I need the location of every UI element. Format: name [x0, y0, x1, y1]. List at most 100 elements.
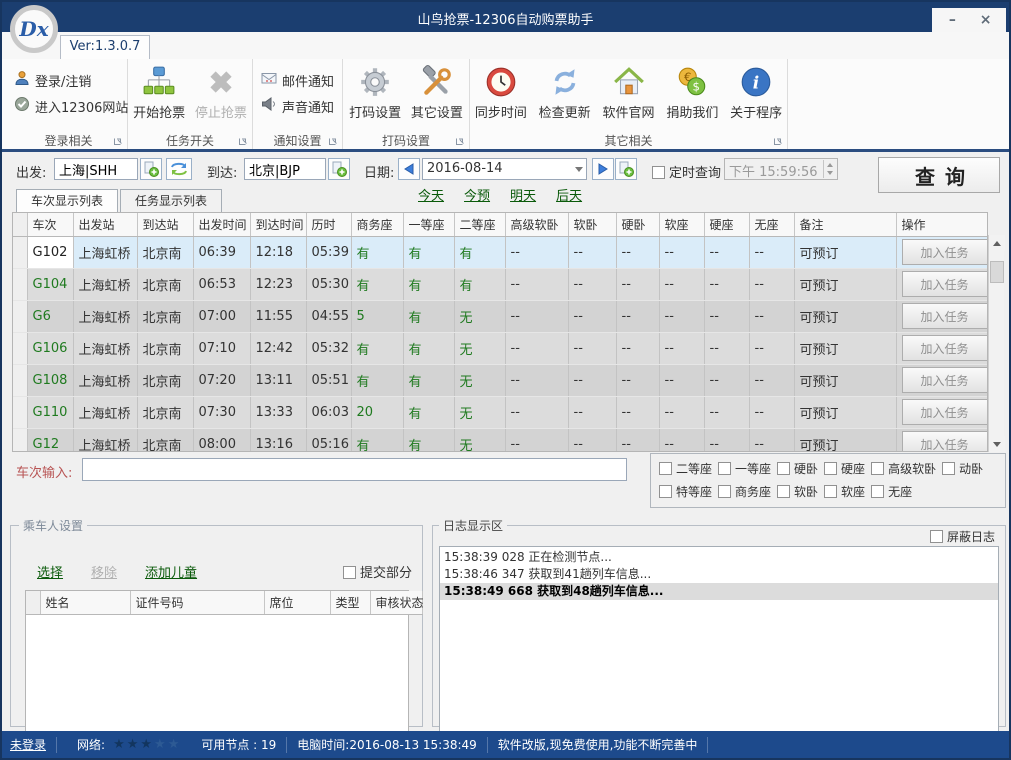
add-to-station-button[interactable]: [328, 158, 350, 180]
remove-passenger-link[interactable]: 移除: [91, 562, 117, 581]
add-task-button[interactable]: 加入任务: [902, 335, 988, 361]
seat-filter-checkbox[interactable]: 软座: [824, 483, 865, 500]
column-header[interactable]: 操作: [896, 213, 988, 236]
add-date-button[interactable]: [615, 158, 637, 180]
log-entry[interactable]: 15:38:46 347 获取到41趟列车信息...: [440, 566, 998, 583]
column-header[interactable]: 一等座: [403, 213, 454, 236]
login-status-link[interactable]: 未登录: [10, 736, 46, 753]
check-update-button[interactable]: 检查更新: [535, 59, 595, 121]
column-header[interactable]: 姓名: [40, 591, 130, 614]
login-logout-button[interactable]: 登录/注销: [10, 67, 127, 93]
close-button[interactable]: ×: [973, 10, 999, 30]
row-selector[interactable]: [13, 396, 27, 428]
dialog-launcher-icon[interactable]: [113, 135, 124, 146]
quick-date-link[interactable]: 今天: [418, 185, 444, 204]
column-header[interactable]: 证件号码: [130, 591, 264, 614]
column-header[interactable]: 车次: [27, 213, 73, 236]
tab-task-list[interactable]: 任务显示列表: [120, 189, 222, 212]
column-header[interactable]: 备注: [794, 213, 896, 236]
add-from-station-button[interactable]: [140, 158, 162, 180]
minimize-button[interactable]: –: [939, 10, 965, 30]
tab-train-list[interactable]: 车次显示列表: [16, 189, 118, 212]
about-button[interactable]: i 关于程序: [726, 59, 786, 121]
quick-date-link[interactable]: 今预: [464, 185, 490, 204]
seat-filter-checkbox[interactable]: 高级软卧: [871, 460, 936, 477]
row-selector[interactable]: [13, 300, 27, 332]
train-row[interactable]: G6上海虹桥北京南07:0011:5504:555有无------------可…: [13, 300, 988, 332]
seat-filter-checkbox[interactable]: 硬卧: [777, 460, 818, 477]
dialog-launcher-icon[interactable]: [455, 135, 466, 146]
column-header[interactable]: 席位: [264, 591, 330, 614]
official-site-button[interactable]: 软件官网: [599, 59, 659, 121]
column-header[interactable]: 到达时间: [250, 213, 306, 236]
mail-notify-button[interactable]: 邮件通知: [257, 67, 342, 93]
add-task-button[interactable]: 加入任务: [902, 367, 988, 393]
timer-query-checkbox[interactable]: 定时查询: [652, 162, 721, 181]
column-header[interactable]: 高级软卧: [505, 213, 568, 236]
column-header[interactable]: 历时: [306, 213, 351, 236]
train-row[interactable]: G102上海虹桥北京南06:3912:1805:39有有有-----------…: [13, 236, 988, 268]
select-passenger-link[interactable]: 选择: [37, 562, 63, 581]
train-row[interactable]: G110上海虹桥北京南07:3013:3306:0320有无----------…: [13, 396, 988, 428]
column-header[interactable]: 软座: [659, 213, 704, 236]
start-grab-button[interactable]: 开始抢票: [130, 59, 188, 121]
add-task-button[interactable]: 加入任务: [902, 431, 988, 452]
train-row[interactable]: G106上海虹桥北京南07:1012:4205:32有有无-----------…: [13, 332, 988, 364]
seat-filter-checkbox[interactable]: 无座: [871, 483, 912, 500]
mute-log-checkbox[interactable]: 屏蔽日志: [928, 528, 997, 545]
swap-stations-button[interactable]: [166, 158, 192, 180]
date-combo[interactable]: 2016-08-14: [422, 158, 587, 180]
train-row[interactable]: G108上海虹桥北京南07:2013:1105:51有有无-----------…: [13, 364, 988, 396]
column-header[interactable]: 商务座: [351, 213, 403, 236]
query-button[interactable]: 查询: [878, 157, 1000, 193]
add-task-button[interactable]: 加入任务: [902, 303, 988, 329]
train-number-input[interactable]: [82, 458, 627, 481]
train-row[interactable]: G12上海虹桥北京南08:0013:1605:16有有无------------…: [13, 428, 988, 452]
column-header[interactable]: 到达站: [137, 213, 193, 236]
column-header[interactable]: 出发时间: [193, 213, 250, 236]
dialog-launcher-icon[interactable]: [238, 135, 249, 146]
seat-filter-checkbox[interactable]: 动卧: [942, 460, 983, 477]
captcha-settings-button[interactable]: 打码设置: [346, 59, 404, 121]
column-header[interactable]: 无座: [749, 213, 794, 236]
row-selector[interactable]: [13, 332, 27, 364]
row-selector[interactable]: [13, 268, 27, 300]
row-selector[interactable]: [13, 428, 27, 452]
column-header[interactable]: 软卧: [568, 213, 616, 236]
donate-button[interactable]: €$ 捐助我们: [662, 59, 722, 121]
stop-grab-button[interactable]: 停止抢票: [192, 59, 250, 121]
seat-filter-checkbox[interactable]: 软卧: [777, 483, 818, 500]
next-day-button[interactable]: [592, 158, 614, 180]
table-scrollbar[interactable]: [988, 235, 1004, 452]
dialog-launcher-icon[interactable]: [328, 135, 339, 146]
scrollbar-thumb[interactable]: [990, 261, 1004, 283]
log-entry[interactable]: 15:38:39 028 正在检测节点...: [440, 549, 998, 566]
dialog-launcher-icon[interactable]: [773, 135, 784, 146]
seat-filter-checkbox[interactable]: 硬座: [824, 460, 865, 477]
seat-filter-checkbox[interactable]: 商务座: [718, 483, 771, 500]
row-selector[interactable]: [13, 364, 27, 396]
quick-date-link[interactable]: 明天: [510, 185, 536, 204]
sync-time-button[interactable]: 同步时间: [471, 59, 531, 121]
add-task-button[interactable]: 加入任务: [902, 271, 988, 297]
seat-filter-checkbox[interactable]: 二等座: [659, 460, 712, 477]
row-selector[interactable]: [13, 236, 27, 268]
add-child-link[interactable]: 添加儿童: [145, 562, 197, 581]
quick-date-link[interactable]: 后天: [556, 185, 582, 204]
column-header[interactable]: 类型: [330, 591, 370, 614]
version-tab[interactable]: Ver:1.3.0.7: [60, 35, 150, 59]
seat-filter-checkbox[interactable]: 一等座: [718, 460, 771, 477]
prev-day-button[interactable]: [398, 158, 420, 180]
time-spinner[interactable]: [823, 160, 836, 178]
scroll-down-button[interactable]: [989, 436, 1005, 452]
seat-filter-checkbox[interactable]: 特等座: [659, 483, 712, 500]
log-entry[interactable]: 15:38:49 668 获取到48趟列车信息...: [440, 583, 998, 600]
scroll-up-button[interactable]: [989, 235, 1005, 251]
add-task-button[interactable]: 加入任务: [902, 399, 988, 425]
column-header[interactable]: 审核状态: [370, 591, 422, 614]
partial-submit-checkbox[interactable]: 提交部分: [343, 562, 412, 581]
sound-notify-button[interactable]: 声音通知: [257, 93, 342, 119]
train-row[interactable]: G104上海虹桥北京南06:5312:2305:30有有有-----------…: [13, 268, 988, 300]
column-header[interactable]: 硬座: [704, 213, 749, 236]
from-input[interactable]: [54, 158, 138, 180]
